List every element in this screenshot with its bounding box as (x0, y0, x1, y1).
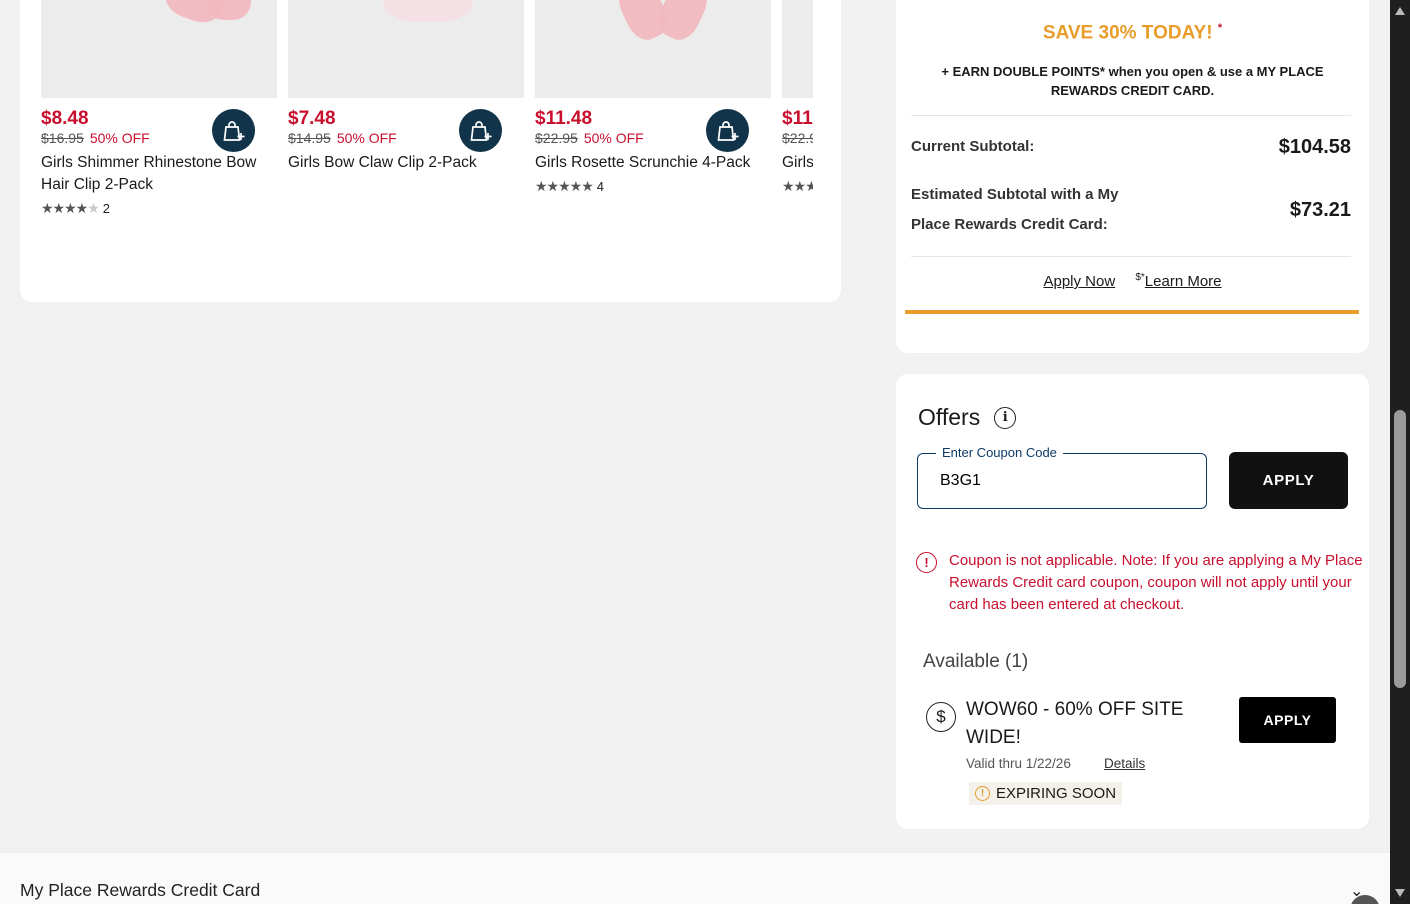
add-to-bag-button[interactable] (706, 109, 749, 152)
original-price: $22.95 (535, 130, 578, 146)
product-rating: ★★★★★ 2 (41, 200, 277, 217)
estimated-subtotal-label: Estimated Subtotal with a My Place Rewar… (911, 186, 1119, 233)
promo-earn-text: + EARN DOUBLE POINTS* when you open & us… (941, 64, 1324, 98)
product-rating: ★★★★★ 4 (535, 178, 771, 195)
product-image[interactable] (288, 0, 524, 98)
current-subtotal-value: $104.58 (1278, 135, 1351, 158)
review-count: 2 (102, 201, 110, 216)
coupon-code-label: Enter Coupon Code (936, 445, 1063, 460)
product-rating: ★★★ (782, 178, 813, 195)
offers-card: Offers i Enter Coupon Code APPLY ! Coupo… (896, 374, 1369, 829)
discount-label: 50% OFF (336, 130, 397, 146)
coupon-error-message: ! Coupon is not applicable. Note: If you… (916, 550, 1365, 616)
apply-offer-button[interactable]: APPLY (1239, 697, 1336, 743)
shopping-bag-plus-icon (470, 120, 491, 141)
divider (911, 115, 1351, 116)
dollar-coupon-icon: $ (926, 702, 956, 732)
current-subtotal-label: Current Subtotal: (911, 138, 1035, 155)
promo-accent-bar (905, 310, 1359, 314)
scroll-up-arrow-icon[interactable] (1395, 7, 1405, 15)
divider (911, 256, 1351, 257)
apply-now-link[interactable]: Apply Now (1043, 273, 1115, 290)
discount-label: 50% OFF (89, 130, 150, 146)
expiring-soon-badge: ! EXPIRING SOON (969, 782, 1123, 805)
rewards-promo-card: SAVE 30% TODAY! * + EARN DOUBLE POINTS* … (896, 0, 1369, 353)
estimated-subtotal-row: Estimated Subtotal with a My Place Rewar… (911, 180, 1351, 240)
product-card-partial[interactable]: $11 $22.9 Girls ★★★ (782, 0, 813, 195)
star-rating-icon: ★★★★★ (535, 178, 594, 194)
promo-title: SAVE 30% TODAY! * (1042, 22, 1223, 44)
product-image[interactable] (782, 0, 813, 98)
learn-more-link[interactable]: Learn More (1145, 273, 1222, 290)
offers-title: Offers (918, 404, 981, 430)
page-scrollbar[interactable] (1390, 0, 1410, 904)
star-rating-icon: ★★★★★ (41, 200, 100, 216)
product-image[interactable] (41, 0, 277, 98)
offers-heading: Offers i (918, 404, 1017, 431)
discount-label: 50% OFF (583, 130, 644, 146)
expiring-soon-text: EXPIRING SOON (996, 785, 1117, 802)
original-price: $16.95 (41, 130, 84, 146)
offer-details-link[interactable]: Details (1104, 756, 1145, 771)
rewards-card-accordion[interactable]: My Place Rewards Credit Card ⌄ (0, 852, 1390, 904)
apply-coupon-button[interactable]: APPLY (1229, 452, 1348, 509)
clock-alert-icon: ! (975, 786, 990, 801)
offer-item: $ WOW60 - 60% OFF SITE WIDE! Valid thru … (926, 696, 1339, 816)
product-name[interactable]: Girls (782, 152, 813, 174)
offer-valid-date: Valid thru 1/22/26 (966, 756, 1071, 771)
error-icon: ! (916, 552, 937, 573)
product-name[interactable]: Girls Shimmer Rhinestone Bow Hair Clip 2… (41, 152, 277, 196)
accordion-title[interactable]: My Place Rewards Credit Card (20, 880, 260, 901)
scroll-down-arrow-icon[interactable] (1395, 889, 1405, 897)
original-price: $22.9 (782, 130, 813, 146)
scrollbar-thumb[interactable] (1394, 410, 1406, 688)
shopping-bag-plus-icon (223, 120, 244, 141)
add-to-bag-button[interactable] (459, 109, 502, 152)
product-image[interactable] (535, 0, 771, 98)
sale-price: $11 (782, 108, 813, 129)
star-rating-icon: ★★★ (782, 178, 813, 194)
review-count: 4 (596, 179, 604, 194)
coupon-code-field[interactable]: Enter Coupon Code (917, 445, 1207, 509)
promo-links: Apply Now $*Learn More (896, 272, 1369, 290)
recommended-products-carousel: $8.48 $16.95 50% OFF Girls Shimmer Rhines… (20, 0, 841, 302)
add-to-bag-button[interactable] (212, 109, 255, 152)
info-icon[interactable]: i (994, 406, 1017, 429)
product-card[interactable]: $11.48 $22.95 50% OFF Girls Rosette Scrun… (535, 0, 771, 195)
learn-more-mark: $* (1135, 272, 1145, 283)
shopping-bag-plus-icon (717, 120, 738, 141)
coupon-error-text: Coupon is not applicable. Note: If you a… (949, 552, 1363, 613)
product-card[interactable]: $8.48 $16.95 50% OFF Girls Shimmer Rhines… (41, 0, 277, 217)
original-price: $14.95 (288, 130, 331, 146)
product-name[interactable]: Girls Bow Claw Clip 2-Pack (288, 152, 524, 174)
current-subtotal-row: Current Subtotal: $104.58 (911, 132, 1351, 162)
available-offers-count: Available (1) (923, 651, 1029, 672)
offer-name: WOW60 - 60% OFF SITE WIDE! (966, 699, 1184, 748)
product-name[interactable]: Girls Rosette Scrunchie 4-Pack (535, 152, 771, 174)
estimated-subtotal-value: $73.21 (1289, 198, 1351, 221)
coupon-code-input[interactable] (940, 472, 1180, 490)
product-card[interactable]: $7.48 $14.95 50% OFF Girls Bow Claw Clip … (288, 0, 524, 174)
